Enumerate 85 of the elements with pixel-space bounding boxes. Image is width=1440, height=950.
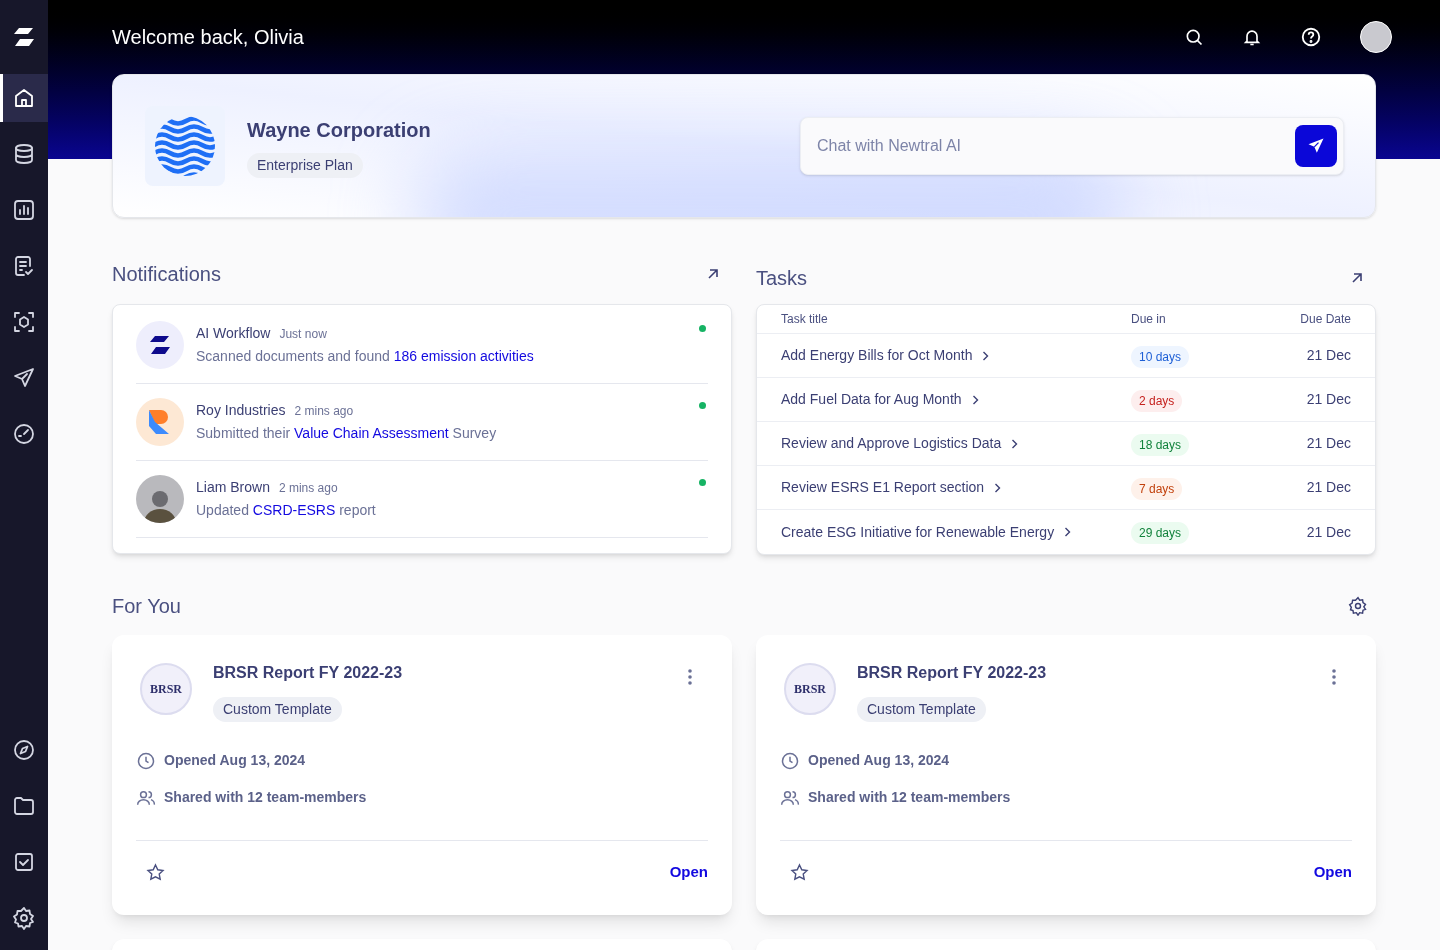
due-date: 21 Dec — [1305, 522, 1351, 542]
chevron-right-icon — [994, 482, 1002, 493]
shared-info: Shared with 12 team-members — [164, 788, 367, 807]
database-icon — [12, 142, 36, 166]
company-logo — [136, 398, 184, 446]
due-badge: 29 days — [1131, 522, 1190, 544]
checkbox-icon — [12, 850, 36, 874]
organization-name: Wayne Corporation — [247, 117, 431, 143]
chat-field[interactable]: Chat with Newtral AI — [800, 117, 1344, 175]
open-button[interactable]: Open — [669, 861, 708, 884]
home-icon — [12, 86, 36, 110]
section-heading: Notifications — [112, 262, 221, 287]
send-button[interactable] — [1295, 125, 1337, 167]
send-icon — [12, 366, 36, 390]
sidebar-item[interactable] — [0, 74, 48, 122]
timestamp: Just now — [279, 326, 327, 343]
notification-message: Updated CSRD-ESRS report — [196, 501, 377, 520]
due-badge: 18 days — [1131, 433, 1190, 456]
task-link[interactable]: Create ESG Initiative for Renewable Energy — [781, 521, 1072, 543]
logo-icon[interactable] — [13, 27, 35, 47]
chevron-right-icon — [1011, 438, 1019, 449]
chevron-right-icon — [971, 394, 979, 405]
due-badge: 10 days — [1131, 345, 1190, 368]
column-header: Due Date — [1299, 311, 1351, 328]
settings-icon — [12, 906, 36, 930]
plan-tag: Enterprise Plan — [247, 152, 363, 178]
due-date: 21 Dec — [1305, 478, 1351, 497]
welcome-heading: Welcome back, Olivia — [112, 25, 304, 50]
favorite-button[interactable] — [790, 863, 809, 882]
shared-info: Shared with 12 team-members — [808, 788, 1011, 807]
logo-text: BRSR — [794, 681, 826, 698]
timestamp: 2 mins ago — [278, 480, 338, 497]
more-options-icon[interactable] — [1332, 669, 1336, 685]
timestamp: 2 mins ago — [294, 403, 354, 420]
due-badge: 7 days — [1131, 477, 1183, 500]
task-link[interactable]: Review and Approve Logistics Data — [781, 433, 1019, 454]
clock-icon — [136, 750, 156, 771]
column-header: Due in — [1131, 311, 1167, 328]
chevron-right-icon — [982, 350, 990, 361]
report-title: BRSR Report FY 2022-23 — [213, 663, 403, 683]
due-date: 21 Dec — [1305, 434, 1351, 453]
folder-icon — [12, 794, 36, 818]
checklist-icon — [12, 254, 36, 278]
clock-icon — [780, 750, 800, 771]
more-options-icon[interactable] — [688, 669, 692, 685]
favorite-button[interactable] — [146, 863, 165, 882]
star-icon — [146, 863, 165, 882]
open-button[interactable]: Open — [1313, 861, 1352, 884]
due-date: 21 Dec — [1305, 346, 1351, 365]
scan-icon — [12, 310, 36, 334]
logo-text: BRSR — [150, 681, 182, 698]
task-link[interactable]: Add Energy Bills for Oct Month — [781, 345, 990, 366]
task-link[interactable]: Review ESRS E1 Report section — [781, 477, 1002, 498]
opened-date: Opened Aug 13, 2024 — [164, 751, 306, 770]
star-icon — [790, 863, 809, 882]
notification-link[interactable]: 186 emission activities — [393, 348, 534, 364]
sender-name: AI Workflow — [196, 324, 271, 343]
chart-icon — [12, 198, 36, 222]
column-header: Task title — [781, 311, 829, 328]
expand-arrow-icon[interactable] — [1350, 271, 1364, 285]
avatar-silhouette — [136, 475, 184, 523]
help-icon[interactable] — [1300, 26, 1322, 48]
settings-icon[interactable] — [1348, 596, 1368, 616]
task-link[interactable]: Add Fuel Data for Aug Month — [781, 389, 979, 410]
chevron-right-icon — [1064, 527, 1072, 537]
template-tag: Custom Template — [213, 697, 342, 722]
expand-arrow-icon[interactable] — [706, 267, 720, 281]
opened-date: Opened Aug 13, 2024 — [808, 751, 950, 770]
bell-icon[interactable] — [1242, 27, 1262, 47]
notification-link[interactable]: Value Chain Assessment — [294, 425, 449, 441]
compass-icon — [12, 738, 36, 762]
notification-message: Scanned documents and found 186 emission activities — [196, 347, 535, 366]
notification-link[interactable]: CSRD-ESRS — [252, 502, 336, 518]
due-date: 21 Dec — [1305, 390, 1351, 409]
report-title: BRSR Report FY 2022-23 — [857, 663, 1047, 683]
notification-message: Submitted their Value Chain Assessment Survey — [196, 424, 498, 443]
gauge-icon — [12, 422, 36, 446]
sender-name: Roy Industries — [196, 401, 286, 420]
workflow-logo — [136, 321, 184, 369]
template-tag: Custom Template — [857, 697, 986, 722]
sender-name: Liam Brown — [196, 478, 270, 497]
section-heading: Tasks — [756, 266, 808, 291]
search-icon[interactable] — [1184, 27, 1204, 47]
due-badge: 2 days — [1131, 389, 1183, 412]
section-heading: For You — [112, 594, 181, 619]
